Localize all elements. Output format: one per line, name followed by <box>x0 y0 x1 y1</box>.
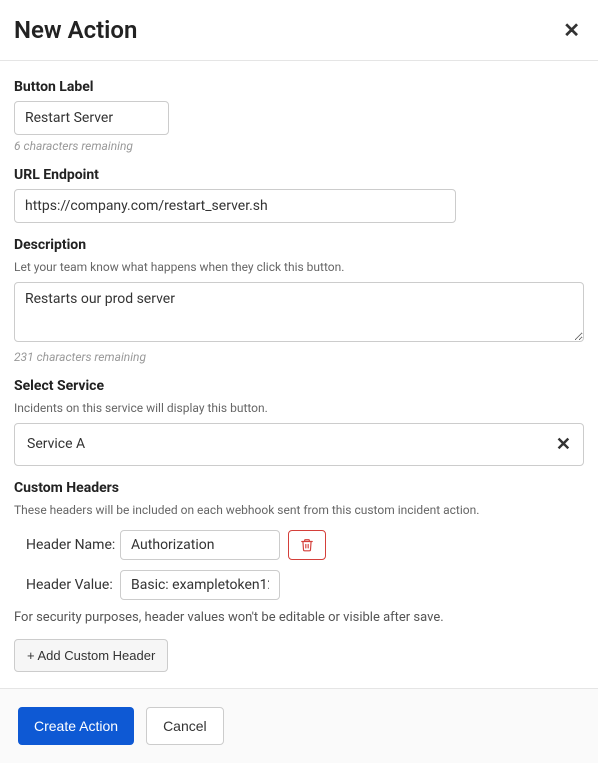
button-label-input[interactable] <box>14 101 169 135</box>
delete-header-button[interactable] <box>288 530 326 560</box>
modal-body: Button Label 6 characters remaining URL … <box>0 61 598 688</box>
header-name-label: Header Name: <box>26 537 112 553</box>
select-service-label: Select Service <box>14 378 584 394</box>
description-hint: 231 characters remaining <box>14 350 584 364</box>
clear-service-icon[interactable]: ✕ <box>556 434 571 455</box>
description-help: Let your team know what happens when the… <box>14 259 584 276</box>
header-value-label: Header Value: <box>26 577 112 593</box>
select-service-group: Select Service Incidents on this service… <box>14 378 584 466</box>
description-group: Description Let your team know what happ… <box>14 237 584 364</box>
url-endpoint-input[interactable] <box>14 189 456 223</box>
modal-footer: Create Action Cancel <box>0 688 598 763</box>
select-service-value: Service A <box>27 436 85 452</box>
modal-header: New Action ✕ <box>0 0 598 61</box>
header-value-input[interactable] <box>120 570 280 600</box>
select-service-help: Incidents on this service will display t… <box>14 400 584 417</box>
url-endpoint-group: URL Endpoint <box>14 167 584 223</box>
close-icon: ✕ <box>563 20 580 42</box>
modal-title: New Action <box>14 16 137 44</box>
custom-headers-group: Custom Headers These headers will be inc… <box>14 480 584 673</box>
button-label-label: Button Label <box>14 79 584 95</box>
trash-icon <box>300 538 314 552</box>
header-name-input[interactable] <box>120 530 280 560</box>
header-name-row: Header Name: <box>26 530 584 560</box>
description-textarea[interactable] <box>14 282 584 342</box>
button-label-group: Button Label 6 characters remaining <box>14 79 584 153</box>
add-custom-header-button[interactable]: + Add Custom Header <box>14 639 168 672</box>
select-service-dropdown[interactable]: Service A ✕ <box>14 423 584 466</box>
header-value-row: Header Value: <box>26 570 584 600</box>
description-label: Description <box>14 237 584 253</box>
url-endpoint-label: URL Endpoint <box>14 167 584 183</box>
close-button[interactable]: ✕ <box>559 18 584 43</box>
custom-headers-help: These headers will be included on each w… <box>14 502 584 519</box>
button-label-hint: 6 characters remaining <box>14 139 584 153</box>
custom-headers-label: Custom Headers <box>14 480 584 496</box>
create-action-button[interactable]: Create Action <box>18 707 134 745</box>
cancel-button[interactable]: Cancel <box>146 707 224 745</box>
security-note: For security purposes, header values won… <box>14 610 584 625</box>
